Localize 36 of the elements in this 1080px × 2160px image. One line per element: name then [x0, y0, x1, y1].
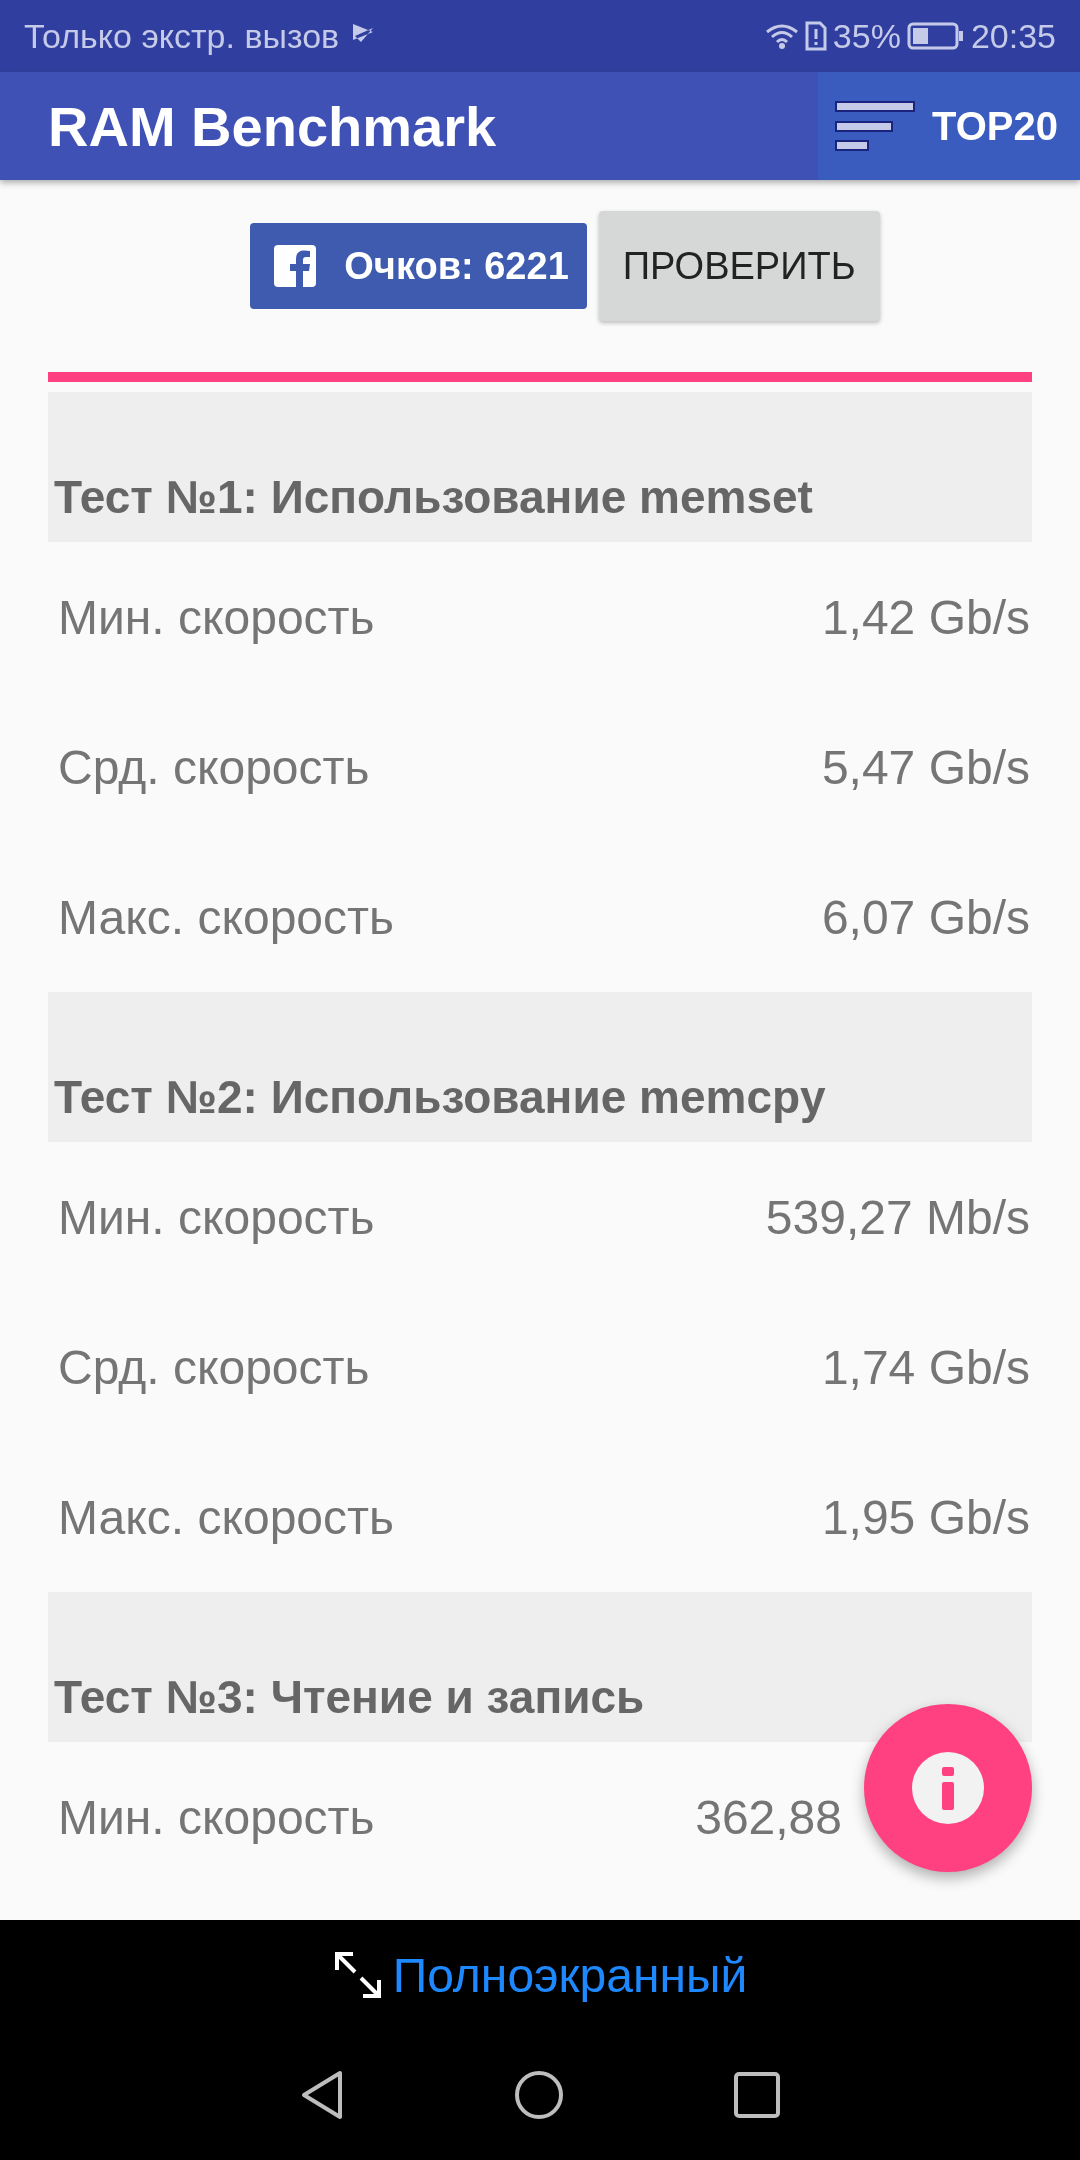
battery-percent: 35%: [832, 16, 901, 56]
metric-label: Мин. скорость: [58, 1189, 375, 1245]
section-title: Тест №3: Чтение и запись: [54, 1670, 645, 1724]
home-icon[interactable]: [514, 2070, 564, 2120]
metric-label: Мин. скорость: [58, 589, 375, 645]
metric-label: Срд. скорость: [58, 739, 370, 795]
score-button[interactable]: Очков: 6221: [250, 223, 587, 309]
metric-value: 6,07 Gb/s: [821, 889, 1030, 945]
carrier-text: Только экстр. вызов: [24, 16, 340, 56]
wifi-icon: [764, 22, 799, 50]
check-button[interactable]: ПРОВЕРИТЬ: [598, 211, 880, 321]
metric-value: 539,27 Mb/s: [765, 1189, 1030, 1245]
facebook-icon: [274, 245, 317, 287]
metric-label: Макс. скорость: [58, 889, 395, 945]
metric-value: 1,95 Gb/s: [821, 1489, 1030, 1545]
fullscreen-link[interactable]: Полноэкранный: [392, 1947, 748, 2003]
metric-label: Срд. скорость: [58, 1339, 370, 1395]
sim-alert-icon: [804, 21, 827, 51]
info-button[interactable]: [864, 1704, 1032, 1872]
metric-value: 1,74 Gb/s: [821, 1339, 1030, 1395]
clock: 20:35: [970, 16, 1056, 56]
app-title: RAM Benchmark: [47, 93, 498, 159]
top20-button[interactable]: TOP20: [818, 72, 1080, 180]
metric-value: 1,42 Gb/s: [821, 589, 1030, 645]
metric-label: Макс. скорость: [58, 1489, 395, 1545]
metric-value: 5,47 Gb/s: [821, 739, 1030, 795]
section-title: Тест №1: Использование memset: [54, 470, 813, 524]
metric-label: Мин. скорость: [58, 1789, 375, 1845]
bars-icon: [834, 100, 916, 152]
info-icon: [912, 1752, 984, 1824]
metric-value: 362,88: [695, 1789, 842, 1845]
recents-icon[interactable]: [734, 2072, 780, 2118]
battery-icon: [906, 22, 965, 50]
expand-icon: [332, 1950, 383, 2000]
section-title: Тест №2: Использование memcpy: [54, 1070, 826, 1124]
back-icon[interactable]: [300, 2070, 344, 2120]
